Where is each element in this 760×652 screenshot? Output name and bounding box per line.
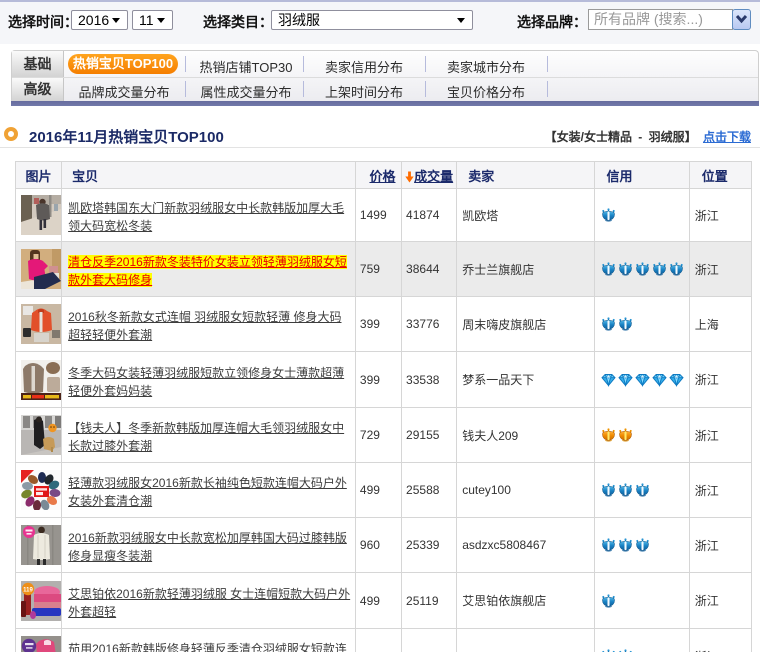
- svg-text:119: 119: [23, 587, 33, 593]
